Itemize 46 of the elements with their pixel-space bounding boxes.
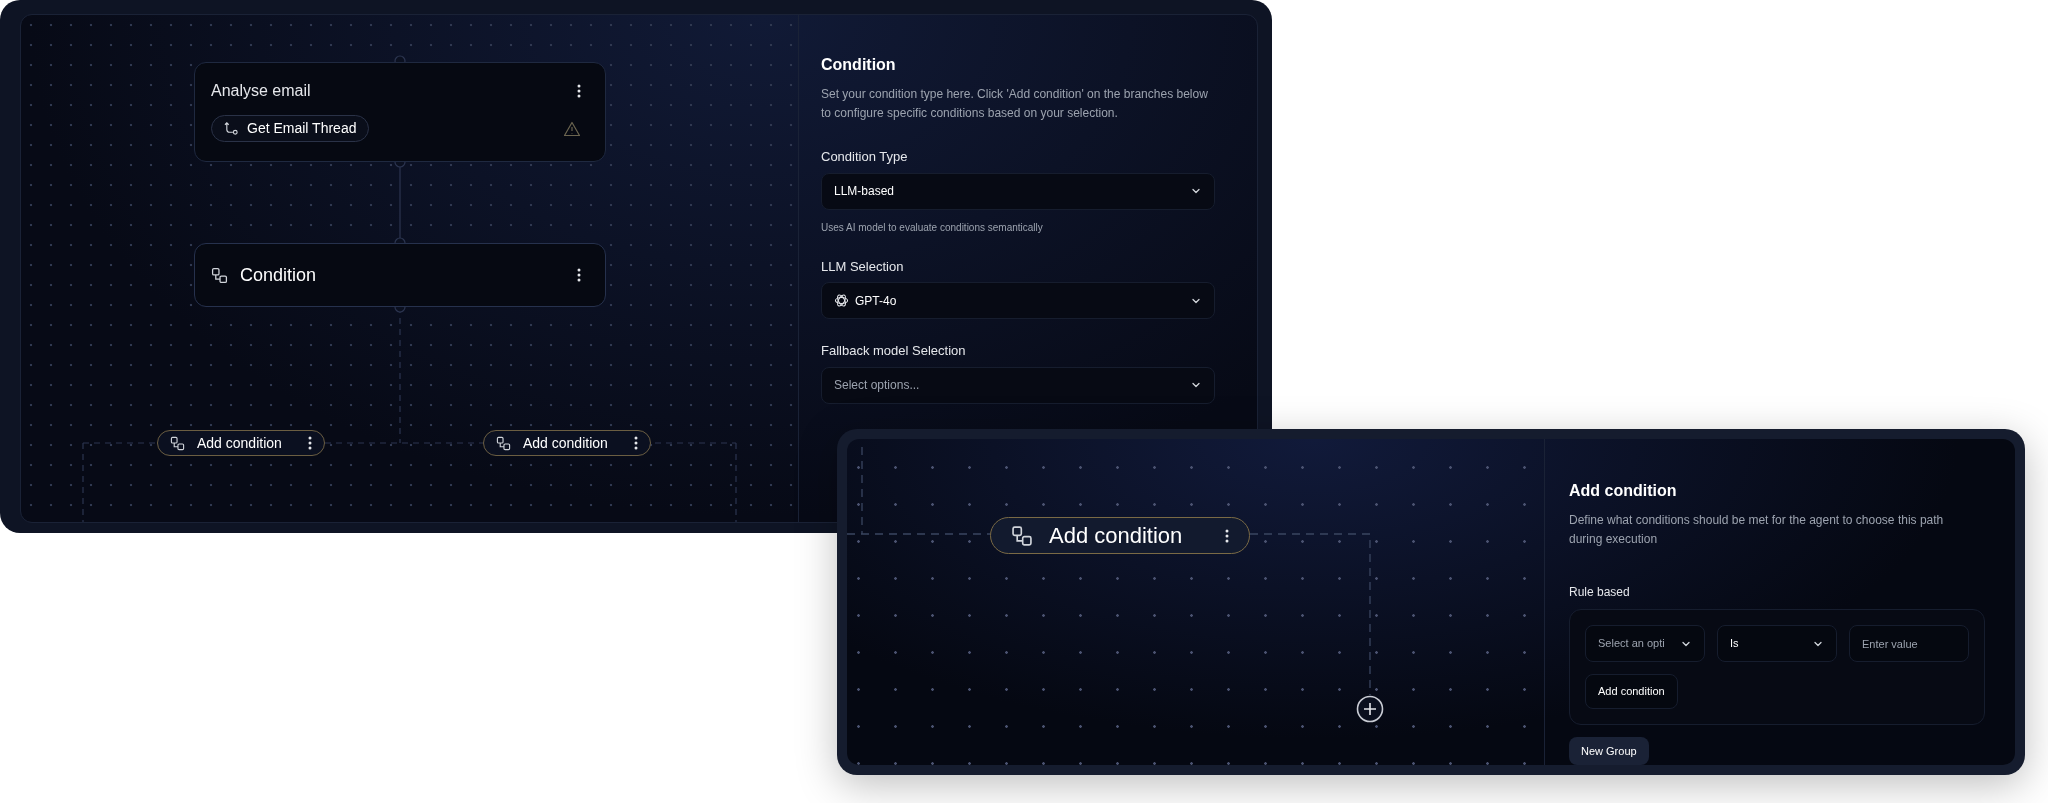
branch-icon (1011, 524, 1033, 547)
field-label: Condition Type (821, 148, 909, 166)
model-logo-icon (834, 293, 849, 308)
branch-label: Add condition (197, 433, 282, 453)
node-title: Analyse email (211, 81, 311, 101)
select-value: GPT-4o (855, 292, 897, 310)
branch-icon (170, 435, 185, 451)
branch-icon (211, 266, 228, 284)
select-placeholder: Select options... (834, 377, 920, 394)
field-label: LLM Selection (821, 257, 905, 276)
more-icon[interactable] (577, 84, 581, 98)
field-hint: Uses AI model to evaluate conditions semantically (821, 220, 1044, 235)
field-label: Fallback model Selection (821, 342, 967, 360)
panel-title: Condition (821, 55, 897, 75)
select-field[interactable]: Select options... (821, 366, 1215, 404)
step-node[interactable]: Analyse email Get Email Thread (194, 62, 606, 162)
branch-label: Add condition (1049, 522, 1183, 550)
branch-node[interactable]: Add condition (483, 430, 651, 456)
select-field[interactable]: Select an opti (1585, 625, 1705, 662)
branch-label: Add condition (523, 433, 608, 453)
panel-title: Add condition (1569, 481, 1678, 501)
tool-chip[interactable]: Get Email Thread (211, 115, 370, 142)
more-icon[interactable] (1225, 528, 1229, 543)
select-field[interactable]: GPT-4o (821, 282, 1215, 319)
value-input[interactable]: Enter value (1849, 625, 1969, 662)
add-step-icon[interactable] (1356, 695, 1384, 723)
select-value: Is (1730, 636, 1739, 652)
more-icon[interactable] (308, 436, 312, 450)
flow-icon (224, 121, 239, 136)
branch-icon (496, 435, 511, 451)
panel-description: Set your condition type here. Click 'Add condition' on the branches below to configure specific conditions based on your selection. (821, 86, 1209, 122)
panel-description: Define what conditions should be met for the agent to choose this path during execution (1569, 512, 1945, 548)
tool-label: Get Email Thread (247, 119, 357, 138)
more-icon[interactable] (634, 436, 638, 450)
branch-node[interactable]: Add condition (157, 430, 325, 456)
select-field[interactable]: LLM-based (821, 172, 1215, 210)
condition-node[interactable]: Condition (194, 243, 606, 307)
more-icon[interactable] (577, 268, 581, 282)
branch-node[interactable]: Add condition (990, 517, 1250, 554)
new-group-button[interactable]: New Group (1569, 737, 1649, 765)
select-value: Select an opti (1598, 636, 1665, 652)
select-field[interactable]: Is (1717, 625, 1837, 662)
node-title: Condition (240, 263, 317, 287)
section-label: Rule based (1569, 584, 1631, 601)
add-condition-button[interactable]: Add condition (1585, 674, 1678, 709)
select-value: LLM-based (834, 183, 895, 200)
